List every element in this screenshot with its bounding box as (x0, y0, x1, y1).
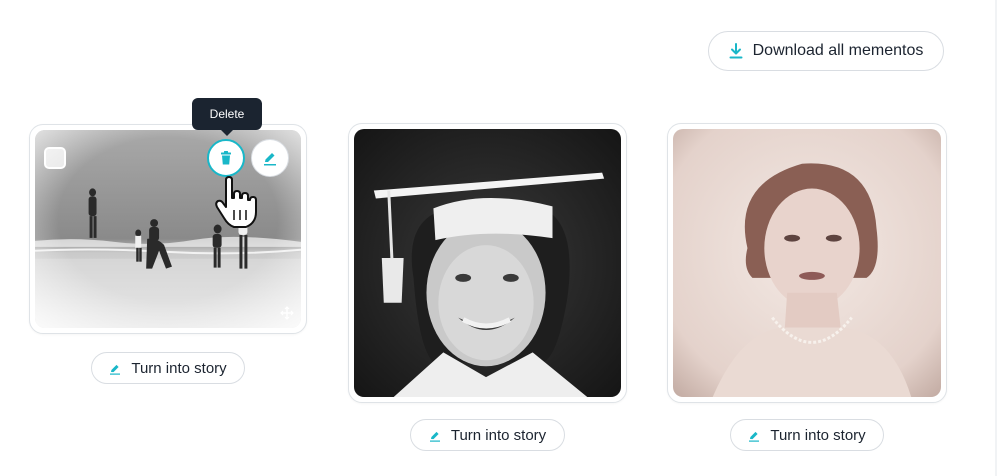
pencil-icon (109, 362, 121, 375)
memento-photo-portrait[interactable] (673, 129, 941, 397)
select-checkbox[interactable] (44, 147, 66, 169)
pencil-icon (429, 429, 441, 442)
turn-into-story-label: Turn into story (770, 426, 866, 444)
turn-into-story-label: Turn into story (450, 426, 547, 444)
memento-photo-graduation[interactable] (354, 129, 621, 397)
download-all-button[interactable]: Download all mementos (708, 31, 944, 71)
edit-button[interactable] (251, 139, 289, 177)
tooltip-arrow (221, 130, 233, 136)
mementos-page: Download all mementos Delete Turn into s… (0, 0, 997, 476)
pencil-icon (748, 429, 760, 442)
delete-tooltip: Delete (192, 98, 262, 136)
move-handle-icon[interactable] (280, 306, 294, 320)
memento-card-portrait[interactable] (667, 123, 947, 403)
hand-cursor-icon (215, 176, 257, 228)
turn-into-story-button[interactable]: Turn into story (91, 352, 245, 384)
tooltip-text: Delete (209, 107, 245, 121)
download-icon (729, 43, 743, 59)
turn-into-story-button[interactable]: Turn into story (730, 419, 884, 451)
turn-into-story-label: Turn into story (131, 359, 227, 377)
pencil-icon (264, 153, 276, 166)
turn-into-story-button[interactable]: Turn into story (410, 419, 565, 451)
delete-button[interactable] (207, 139, 245, 177)
download-all-label: Download all mementos (752, 42, 924, 59)
memento-card-graduation[interactable] (348, 123, 627, 403)
trash-icon (221, 151, 231, 165)
